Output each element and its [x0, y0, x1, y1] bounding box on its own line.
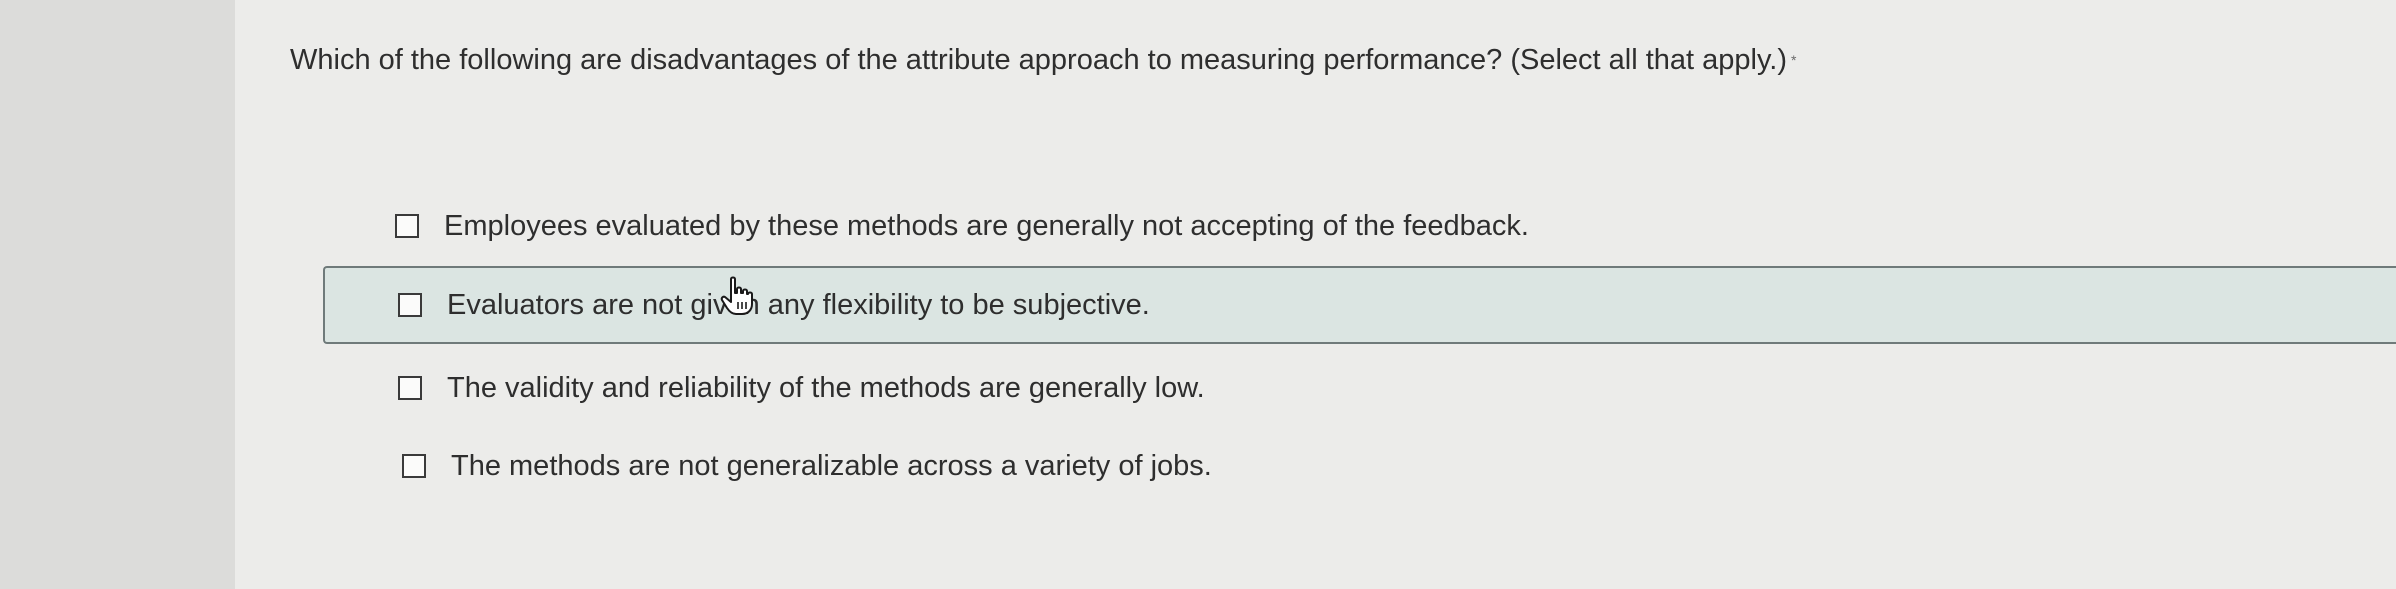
option-3[interactable]: The validity and reliability of the meth…: [398, 357, 1205, 419]
option-2[interactable]: Evaluators are not given any flexibility…: [323, 266, 2396, 344]
option-4-checkbox[interactable]: [402, 454, 426, 478]
option-1[interactable]: Employees evaluated by these methods are…: [395, 195, 1529, 257]
option-1-label: Employees evaluated by these methods are…: [444, 209, 1529, 242]
option-1-checkbox[interactable]: [395, 214, 419, 238]
hand-pointer-icon: [720, 276, 753, 315]
required-marker: *: [1791, 52, 1797, 68]
option-2-label: Evaluators are not given any flexibility…: [447, 288, 1150, 321]
question-prompt: Which of the following are disadvantages…: [290, 40, 1796, 80]
left-margin: [0, 0, 235, 589]
option-2-checkbox[interactable]: [398, 293, 422, 317]
option-4-label: The methods are not generalizable across…: [451, 449, 1212, 482]
option-4[interactable]: The methods are not generalizable across…: [402, 435, 1212, 497]
option-3-checkbox[interactable]: [398, 376, 422, 400]
question-text: Which of the following are disadvantages…: [290, 44, 1788, 76]
option-3-label: The validity and reliability of the meth…: [447, 371, 1205, 404]
